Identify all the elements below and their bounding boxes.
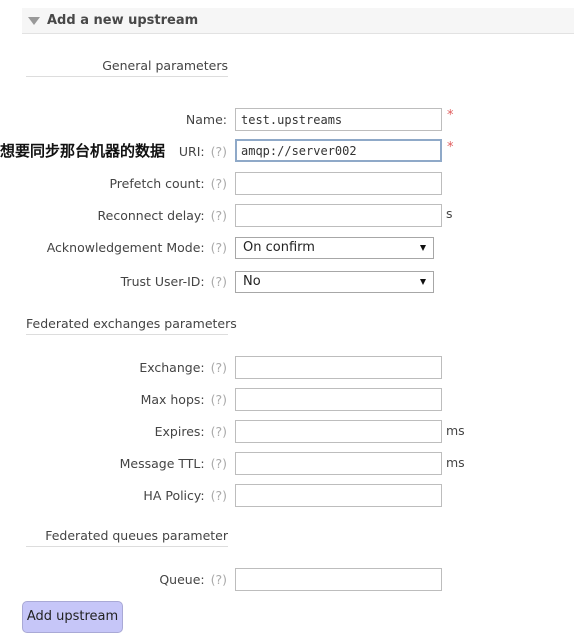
ha-policy-label: HA Policy: (?) bbox=[143, 488, 227, 503]
group-title-queues: Federated queues parameter bbox=[26, 528, 228, 547]
uri-label: URI: (?) bbox=[178, 144, 227, 159]
ack-mode-label: Acknowledgement Mode: (?) bbox=[46, 240, 227, 255]
prefetch-count-label: Prefetch count: (?) bbox=[109, 176, 227, 191]
message-ttl-input[interactable] bbox=[235, 452, 442, 475]
expires-unit: ms bbox=[446, 423, 465, 438]
max-hops-input[interactable] bbox=[235, 388, 442, 411]
group-title-exchanges: Federated exchanges parameters bbox=[26, 316, 237, 335]
ha-policy-input[interactable] bbox=[235, 484, 442, 507]
queue-input[interactable] bbox=[235, 568, 442, 591]
max-hops-label: Max hops: (?) bbox=[140, 392, 227, 407]
section-title: Add a new upstream bbox=[47, 13, 199, 28]
chevron-down-icon bbox=[420, 279, 426, 285]
reconnect-delay-label: Reconnect delay: (?) bbox=[97, 208, 227, 223]
ack-mode-select[interactable]: On confirm bbox=[235, 237, 434, 259]
message-ttl-help[interactable]: (?) bbox=[211, 456, 227, 471]
prefetch-count-input[interactable] bbox=[235, 172, 442, 195]
group-title-general: General parameters bbox=[26, 58, 228, 77]
uri-input[interactable] bbox=[235, 139, 442, 162]
name-input[interactable] bbox=[235, 108, 442, 131]
ack-mode-value: On confirm bbox=[243, 240, 315, 255]
uri-help[interactable]: (?) bbox=[211, 144, 227, 159]
message-ttl-unit: ms bbox=[446, 455, 465, 470]
exchange-label: Exchange: (?) bbox=[139, 360, 227, 375]
trust-user-id-value: No bbox=[243, 274, 261, 289]
section-header[interactable]: Add a new upstream bbox=[22, 8, 574, 34]
triangle-down-icon[interactable] bbox=[28, 17, 40, 25]
ack-mode-help[interactable]: (?) bbox=[211, 240, 227, 255]
trust-user-id-select[interactable]: No bbox=[235, 271, 434, 293]
max-hops-help[interactable]: (?) bbox=[211, 392, 227, 407]
chevron-down-icon bbox=[420, 245, 426, 251]
expires-label: Expires: (?) bbox=[154, 424, 227, 439]
reconnect-delay-input[interactable] bbox=[235, 204, 442, 227]
expires-input[interactable] bbox=[235, 420, 442, 443]
annotation-text: 想要同步那台机器的数据 bbox=[0, 141, 166, 161]
prefetch-count-help[interactable]: (?) bbox=[211, 176, 227, 191]
name-label: Name: bbox=[185, 112, 227, 127]
reconnect-delay-unit: s bbox=[446, 206, 453, 221]
uri-required-mark: * bbox=[447, 140, 454, 155]
name-required-mark: * bbox=[447, 108, 454, 123]
message-ttl-label: Message TTL: (?) bbox=[119, 456, 227, 471]
trust-user-id-label: Trust User-ID: (?) bbox=[120, 274, 227, 289]
trust-user-id-help[interactable]: (?) bbox=[211, 274, 227, 289]
expires-help[interactable]: (?) bbox=[211, 424, 227, 439]
exchange-help[interactable]: (?) bbox=[211, 360, 227, 375]
exchange-input[interactable] bbox=[235, 356, 442, 379]
ha-policy-help[interactable]: (?) bbox=[211, 488, 227, 503]
queue-help[interactable]: (?) bbox=[211, 572, 227, 587]
queue-label: Queue: (?) bbox=[159, 572, 227, 587]
add-upstream-button[interactable]: Add upstream bbox=[22, 601, 123, 633]
reconnect-delay-help[interactable]: (?) bbox=[211, 208, 227, 223]
